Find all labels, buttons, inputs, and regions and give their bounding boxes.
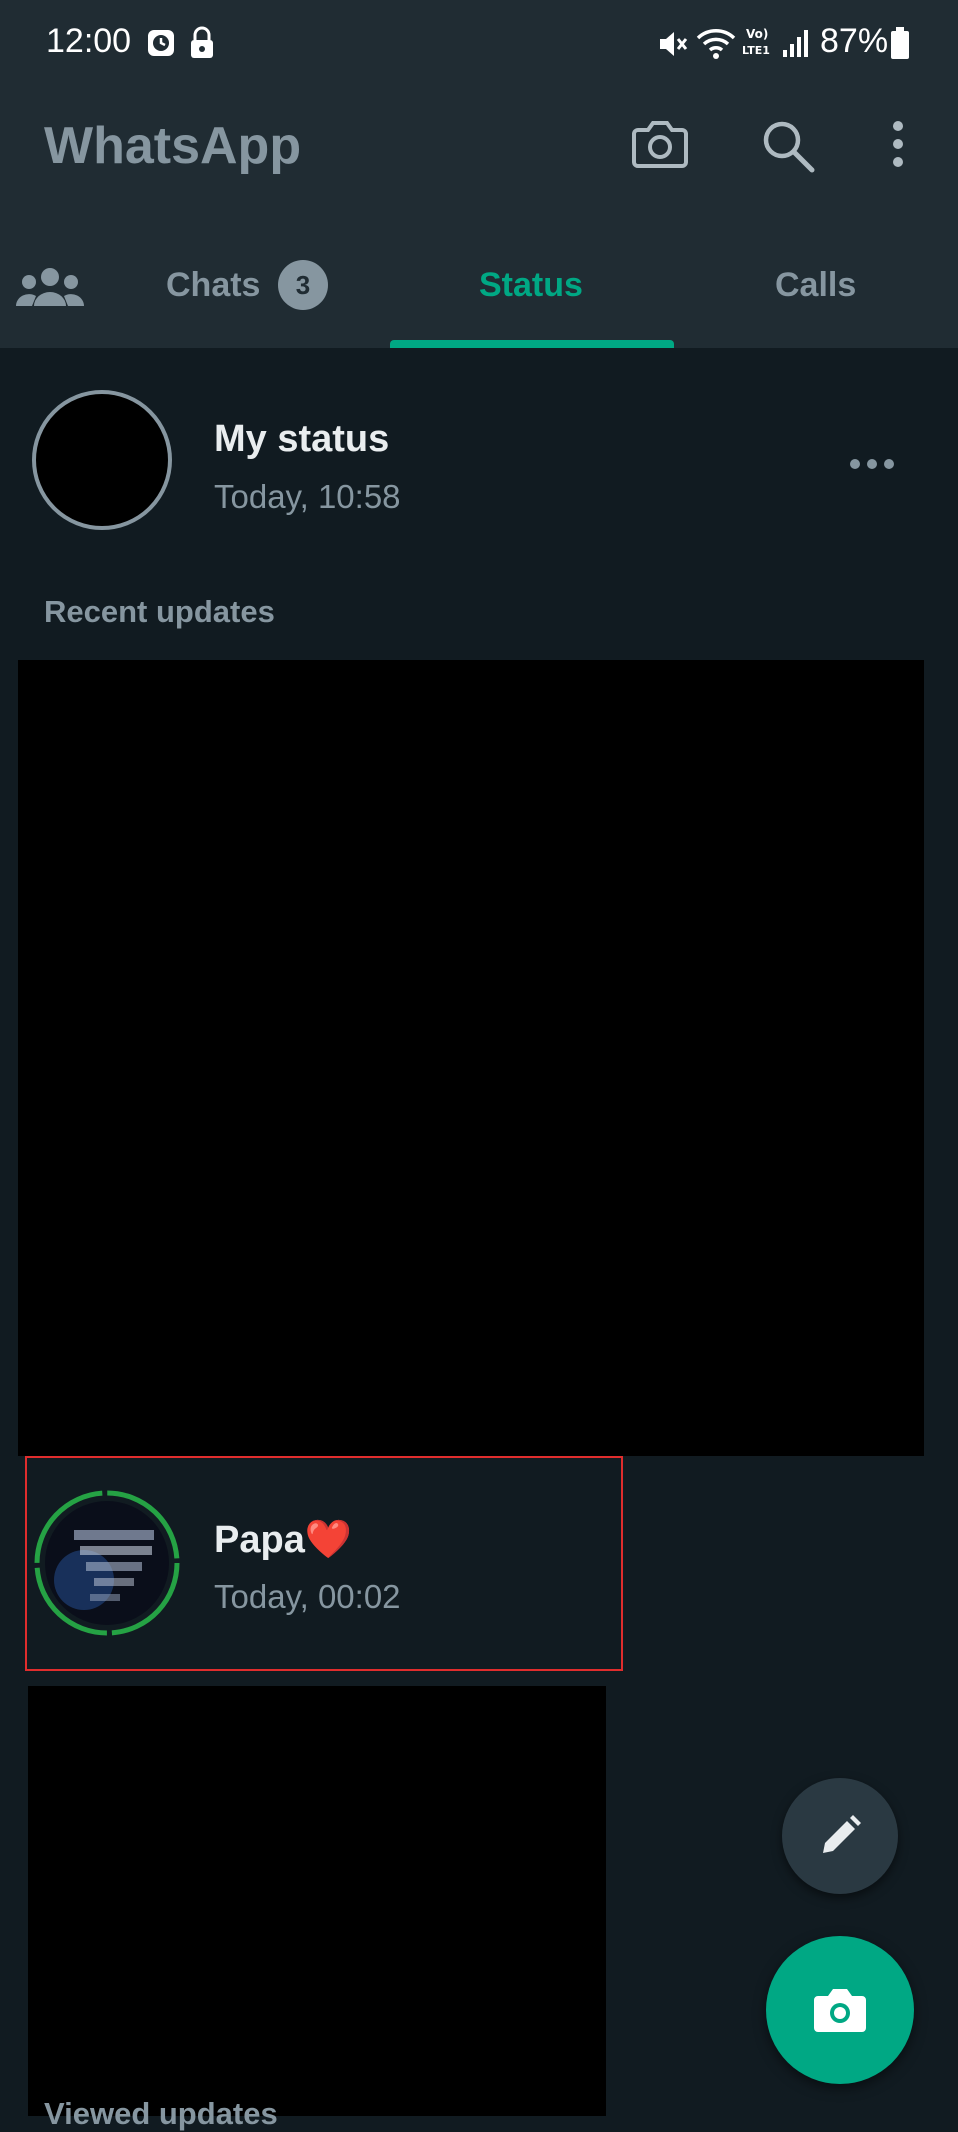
- mute-icon: [660, 32, 688, 56]
- alarm-icon: [148, 30, 174, 56]
- camera-status-button[interactable]: [766, 1936, 914, 2084]
- camera-icon[interactable]: [632, 118, 688, 170]
- avatar[interactable]: [34, 1490, 180, 1636]
- battery-percent: 87%: [820, 22, 889, 60]
- recent-updates-label: Recent updates: [44, 594, 275, 629]
- svg-text:LTE1: LTE1: [742, 44, 770, 57]
- my-status-name: My status: [214, 418, 390, 460]
- signal-icon: [783, 30, 808, 57]
- tab-chats[interactable]: Chats: [166, 266, 260, 305]
- my-status-time: Today, 10:58: [214, 478, 401, 515]
- svg-text:Vo): Vo): [746, 27, 768, 41]
- redacted-status-block[interactable]: [18, 660, 924, 1456]
- tab-status[interactable]: Status: [479, 266, 583, 305]
- avatar[interactable]: [32, 390, 172, 530]
- more-vert-icon[interactable]: [886, 120, 910, 168]
- status-time: Today, 00:02: [214, 1578, 401, 1615]
- app-header: 12:00 Vo) LTE1 87% WhatsApp Chats 3 Stat…: [0, 0, 958, 348]
- tab-calls[interactable]: Calls: [775, 266, 856, 305]
- app-title: WhatsApp: [44, 117, 302, 175]
- status-bar-time: 12:00: [46, 22, 132, 60]
- text-status-button[interactable]: [782, 1778, 898, 1894]
- communities-icon[interactable]: [16, 266, 84, 310]
- search-icon[interactable]: [760, 118, 816, 174]
- active-tab-indicator: [390, 340, 674, 348]
- lock-icon: [191, 26, 213, 58]
- redacted-status-block[interactable]: [28, 1686, 606, 2116]
- contact-name: Papa❤️: [214, 1519, 353, 1561]
- volte-icon: Vo) LTE1: [742, 27, 770, 57]
- chats-unread-badge: 3: [278, 260, 328, 310]
- battery-icon: [891, 27, 909, 59]
- wifi-icon: [696, 29, 736, 59]
- camera-icon: [814, 1989, 866, 2032]
- more-horiz-icon[interactable]: [848, 456, 896, 472]
- pencil-icon: [823, 1815, 861, 1853]
- viewed-updates-label: Viewed updates: [44, 2096, 278, 2131]
